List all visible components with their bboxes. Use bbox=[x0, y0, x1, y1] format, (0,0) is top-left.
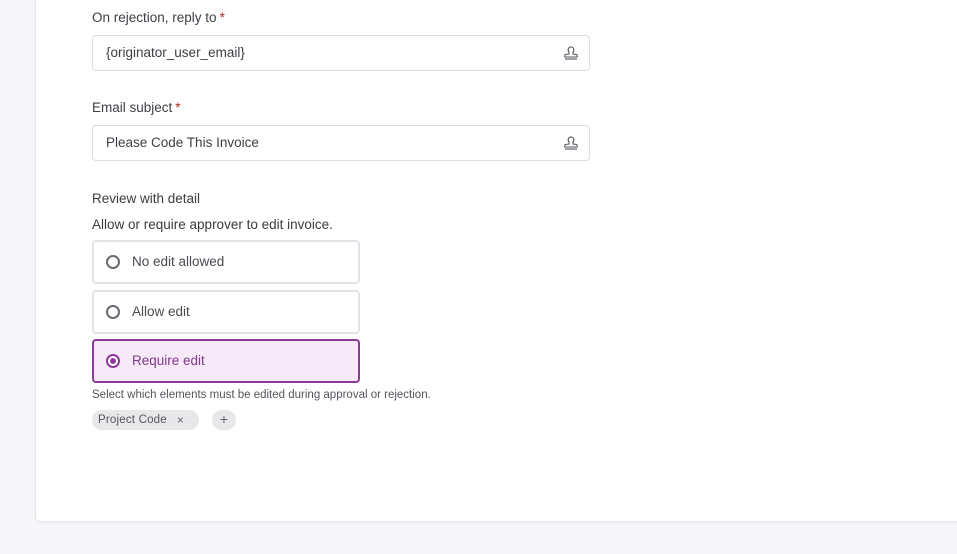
radio-option-label: Require edit bbox=[132, 353, 205, 368]
close-icon[interactable]: × bbox=[177, 413, 184, 427]
review-heading: Review with detail bbox=[92, 191, 201, 206]
reply-to-value: {originator_user_email} bbox=[106, 45, 245, 60]
required-mark: * bbox=[219, 10, 225, 25]
radio-button[interactable] bbox=[106, 255, 120, 269]
review-description: Allow or require approver to edit invoic… bbox=[92, 217, 333, 232]
plus-icon: + bbox=[219, 411, 229, 427]
radio-option-require-edit[interactable]: Require edit bbox=[92, 339, 360, 383]
radio-option-label: Allow edit bbox=[132, 304, 190, 319]
radio-option-no-edit[interactable]: No edit allowed bbox=[92, 240, 360, 284]
email-subject-label-text: Email subject bbox=[92, 100, 173, 115]
reply-to-label: On rejection, reply to * bbox=[92, 10, 225, 25]
email-subject-label: Email subject * bbox=[92, 100, 181, 115]
radio-option-allow-edit[interactable]: Allow edit bbox=[92, 290, 360, 334]
email-subject-value: Please Code This Invoice bbox=[106, 135, 259, 150]
email-subject-input[interactable]: Please Code This Invoice bbox=[92, 125, 590, 161]
stamp-icon[interactable] bbox=[563, 45, 579, 61]
radio-button-selected[interactable] bbox=[106, 354, 120, 368]
radio-option-label: No edit allowed bbox=[132, 254, 225, 269]
edit-elements-hint: Select which elements must be edited dur… bbox=[92, 389, 431, 401]
chip-project-code: Project Code × bbox=[92, 410, 199, 430]
reply-to-input[interactable]: {originator_user_email} bbox=[92, 35, 590, 71]
radio-button[interactable] bbox=[106, 305, 120, 319]
chip-label: Project Code bbox=[98, 414, 167, 426]
stamp-icon[interactable] bbox=[563, 135, 579, 151]
reply-to-label-text: On rejection, reply to bbox=[92, 10, 217, 25]
required-mark: * bbox=[175, 100, 181, 115]
add-element-button[interactable]: + bbox=[212, 410, 236, 430]
